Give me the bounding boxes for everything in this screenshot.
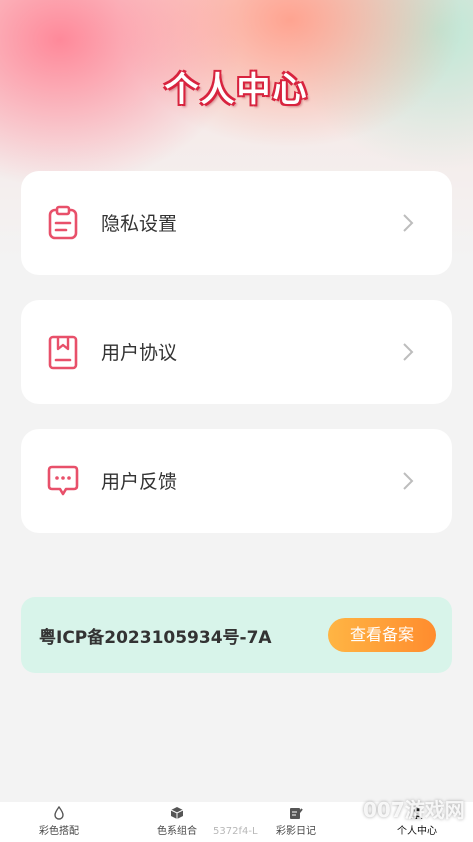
menu-item-user-feedback[interactable]: 用户反馈 [21, 429, 452, 533]
menu-item-label: 隐私设置 [101, 213, 178, 235]
chevron-right-icon [403, 472, 414, 490]
nav-item-color-diary[interactable]: 彩影日记 [251, 806, 341, 837]
clipboard-icon [48, 205, 78, 240]
view-record-button[interactable]: 查看备案 [328, 618, 436, 652]
page-title: 个人中心 [164, 70, 309, 110]
cube-icon [170, 807, 184, 819]
watermark: 007游戏网 [363, 798, 465, 822]
menu-item-privacy-settings[interactable]: 隐私设置 [21, 171, 452, 275]
nav-item-color-combination[interactable]: 色系组合 [132, 806, 222, 837]
version-text: 5372f4-L [213, 826, 258, 837]
nav-label: 彩色搭配 [39, 826, 79, 837]
paint-drop-icon [54, 806, 64, 820]
chat-bubble-icon [47, 465, 79, 496]
note-pen-icon [290, 808, 303, 819]
chevron-right-icon [403, 214, 414, 232]
menu-item-user-agreement[interactable]: 用户协议 [21, 300, 452, 404]
nav-item-color-matching[interactable]: 彩色搭配 [14, 806, 104, 837]
nav-label: 色系组合 [157, 826, 197, 837]
menu-item-label: 用户协议 [101, 342, 178, 364]
bookmark-document-icon [48, 335, 78, 370]
icp-number: 粤ICP备2023105934号-7A [39, 628, 272, 648]
menu-item-label: 用户反馈 [101, 471, 178, 493]
chevron-right-icon [403, 343, 414, 361]
nav-label: 彩影日记 [276, 826, 316, 837]
icp-banner: 粤ICP备2023105934号-7A 查看备案 [21, 597, 452, 673]
